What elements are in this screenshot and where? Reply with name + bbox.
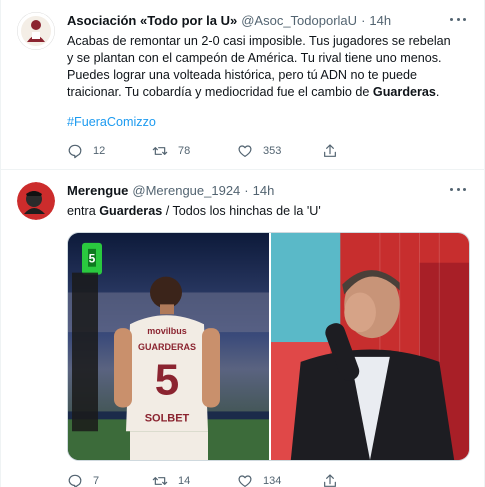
- reply-icon: [68, 474, 82, 487]
- tweet-text: entra Guarderas / Todos los hinchas de l…: [67, 203, 472, 220]
- retweet-button[interactable]: 14: [152, 473, 237, 487]
- board-number-label: 5: [89, 252, 96, 266]
- tweet-actions: 7 14 134: [67, 473, 407, 487]
- author-handle[interactable]: @Asoc_TodoporlaU: [241, 13, 357, 28]
- more-icon[interactable]: [450, 16, 466, 22]
- tweet-header: Merengue @Merengue_1924 · 14h: [67, 182, 472, 198]
- like-icon: [238, 475, 252, 487]
- retweet-button[interactable]: 78: [152, 143, 237, 159]
- tweet[interactable]: Asociación «Todo por la U» @Asoc_Todopor…: [1, 0, 484, 170]
- football-player-photo: movilbus GUARDERAS 5 SOLBET 5: [68, 233, 269, 460]
- tweet-text-end: / Todos los hinchas de la 'U': [162, 204, 321, 218]
- tweet-time[interactable]: 14h: [369, 13, 391, 28]
- author-name[interactable]: Asociación «Todo por la U»: [67, 13, 237, 28]
- reply-button[interactable]: 7: [67, 473, 152, 487]
- jersey-sponsor-label: movilbus: [147, 326, 186, 336]
- tweet-time[interactable]: 14h: [253, 183, 275, 198]
- tweet-actions: 12 78 353: [67, 143, 407, 159]
- media-photo-player[interactable]: movilbus GUARDERAS 5 SOLBET 5: [68, 233, 269, 460]
- tweet-text: Acabas de remontar un 2-0 casi imposible…: [67, 33, 472, 101]
- avatar-column: [17, 182, 65, 487]
- tweet-text-end: .: [435, 85, 440, 99]
- tweet-text-bold: Guarderas: [99, 204, 163, 218]
- reply-button[interactable]: 12: [67, 143, 152, 159]
- retweet-icon: [152, 147, 168, 155]
- jersey-bottom-sponsor-label: SOLBET: [145, 412, 190, 424]
- author-name[interactable]: Merengue: [67, 183, 128, 198]
- tweet-text-part: entra: [67, 204, 100, 218]
- share-icon: [324, 144, 336, 157]
- reply-count: 7: [93, 475, 100, 487]
- tweet-media[interactable]: movilbus GUARDERAS 5 SOLBET 5: [67, 232, 470, 461]
- separator-dot: ·: [361, 12, 366, 28]
- separator-dot: ·: [244, 182, 249, 198]
- avatar[interactable]: [17, 12, 55, 50]
- retweet-count: 78: [178, 145, 191, 157]
- jersey-name-label: GUARDERAS: [138, 342, 196, 352]
- reply-icon: [68, 144, 82, 159]
- like-count: 353: [263, 145, 282, 157]
- like-button[interactable]: 353: [237, 143, 322, 159]
- tweet-text-bold: Guarderas: [372, 85, 436, 99]
- tweet-content: Merengue @Merengue_1924 · 14h entra Guar…: [65, 182, 472, 487]
- retweet-count: 14: [178, 475, 191, 487]
- tweet-content: Asociación «Todo por la U» @Asoc_Todopor…: [65, 12, 472, 169]
- hashtag-link[interactable]: #FueraComizzo: [67, 115, 472, 129]
- like-button[interactable]: 134: [237, 473, 322, 487]
- timeline: Asociación «Todo por la U» @Asoc_Todopor…: [0, 0, 485, 487]
- like-count: 134: [263, 475, 282, 487]
- tweet[interactable]: Merengue @Merengue_1924 · 14h entra Guar…: [1, 170, 484, 487]
- reply-count: 12: [93, 145, 106, 157]
- avatar-column: [17, 12, 65, 169]
- avatar[interactable]: [17, 182, 55, 220]
- share-button[interactable]: [322, 143, 407, 159]
- tweet-header: Asociación «Todo por la U» @Asoc_Todopor…: [67, 12, 472, 28]
- media-photo-coach[interactable]: [271, 233, 469, 460]
- coach-reaction-photo: [271, 233, 469, 460]
- more-icon[interactable]: [450, 186, 466, 192]
- retweet-icon: [152, 477, 168, 485]
- share-button[interactable]: [322, 473, 407, 487]
- jersey-number-label: 5: [155, 356, 179, 405]
- like-icon: [238, 145, 252, 157]
- share-icon: [324, 474, 336, 487]
- author-handle[interactable]: @Merengue_1924: [132, 183, 240, 198]
